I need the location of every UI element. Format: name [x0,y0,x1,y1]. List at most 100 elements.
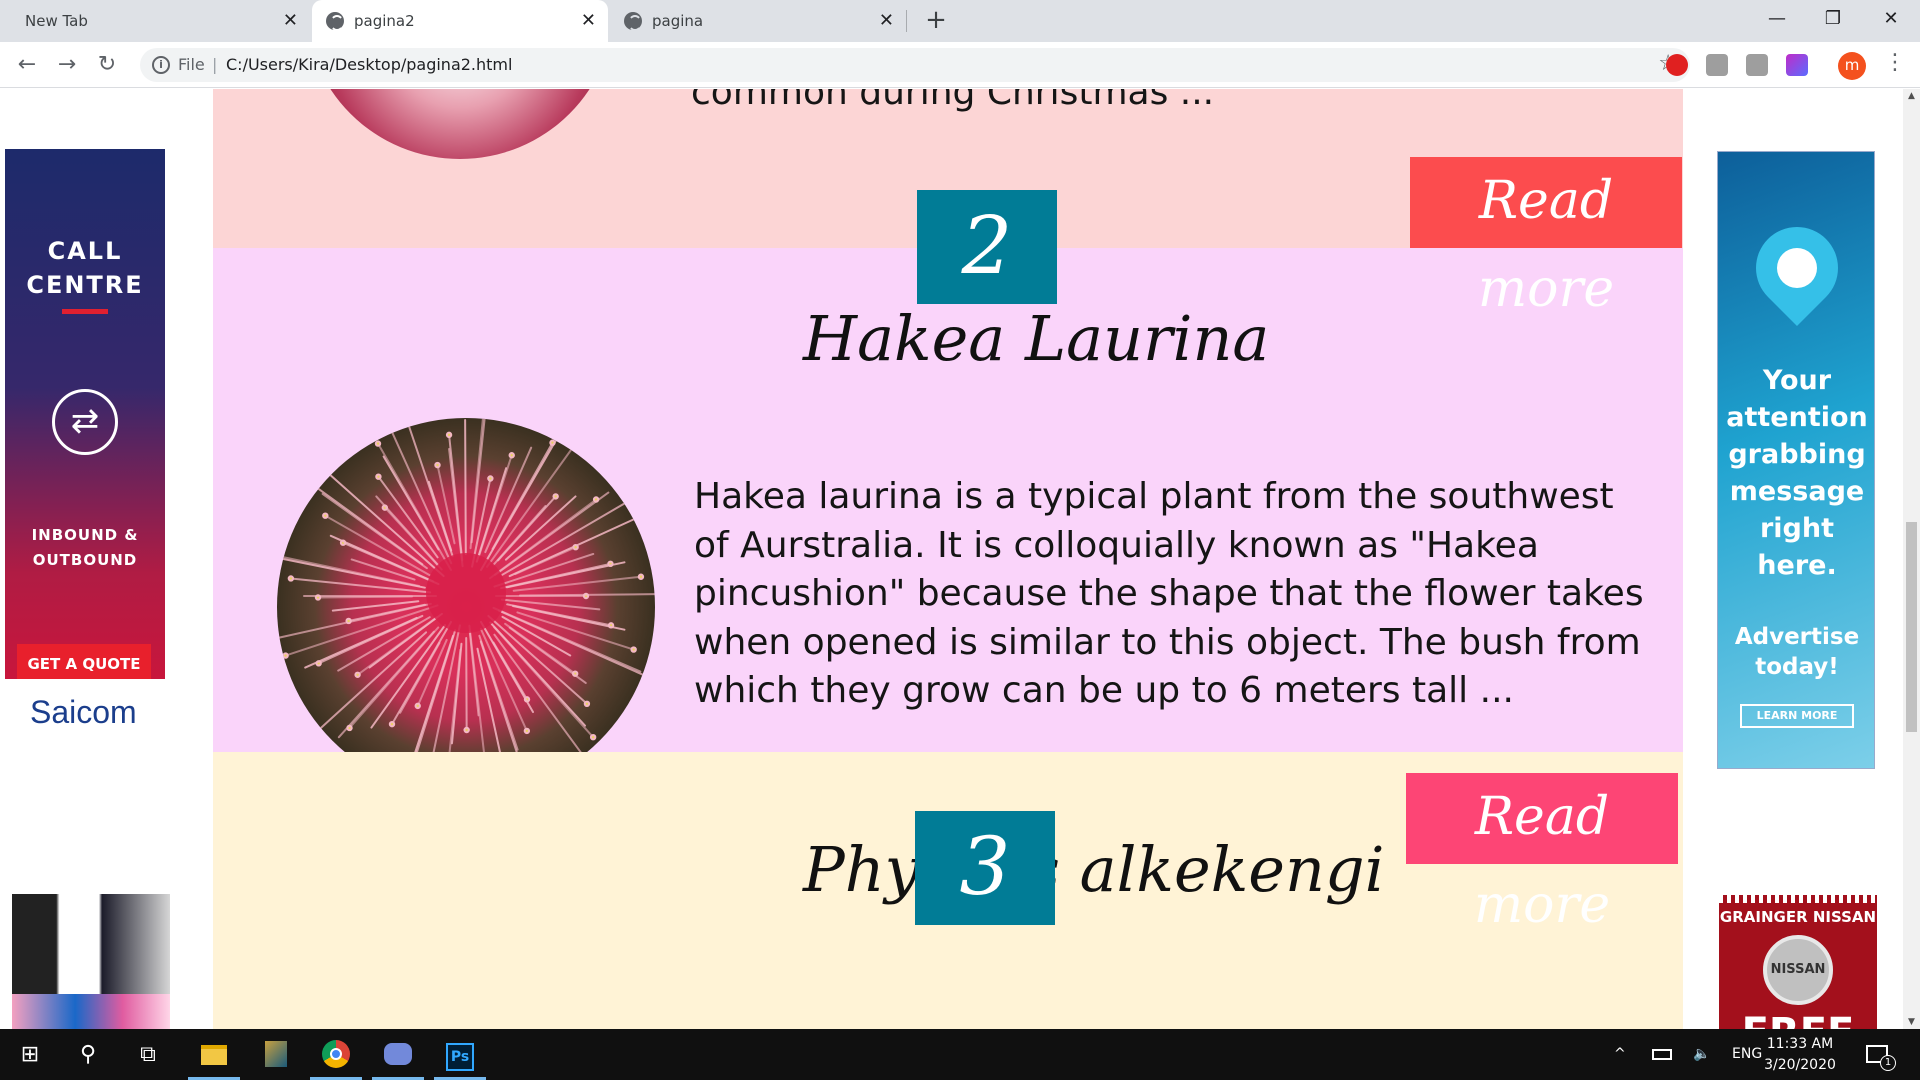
photoshop-icon[interactable]: Ps [430,1029,490,1080]
flower-spike-tip [583,428,587,432]
notifications-icon[interactable]: 1 [1866,1029,1888,1080]
section-number-badge: 3 [915,811,1055,925]
volume-icon[interactable]: 🔈 [1693,1029,1710,1080]
pdf-extension-icon[interactable] [1746,54,1768,76]
flower-spike-tip [313,731,317,735]
globe-icon [326,12,344,30]
tab-close-icon[interactable]: ✕ [879,11,894,31]
league-of-legends-icon[interactable] [246,1029,306,1080]
forward-button[interactable]: → [52,50,82,80]
globe-icon [624,12,642,30]
language-indicator[interactable]: ENG [1732,1029,1762,1080]
flower-spike-tip [376,441,380,445]
flower-spike-tip [289,576,293,580]
tab-separator [906,10,907,32]
scroll-up-arrow-icon[interactable]: ▲ [1903,91,1920,101]
flower-spike-tip [416,704,420,708]
flower-spike-tip [573,545,577,549]
show-hidden-icons-chevron-icon[interactable]: ^ [1614,1029,1626,1080]
flower-spike-tip [283,653,287,657]
read-more-button[interactable]: Read more [1410,157,1682,248]
scroll-down-arrow-icon[interactable]: ▼ [1903,1017,1920,1027]
tab-new-tab[interactable]: New Tab ✕ [0,0,310,42]
call-centre-ad[interactable]: CALL CENTRE ⇄ INBOUND & OUTBOUND GET A Q… [5,149,165,679]
ad-border [1719,895,1877,903]
flower-spike-tip [355,673,359,677]
tab-title: pagina2 [354,12,415,30]
flower-spike-tip [447,433,451,437]
taskbar-clock[interactable]: 11:33 AM 3/20/2020 [1760,1034,1840,1076]
address-bar[interactable]: i File | C:/Users/Kira/Desktop/pagina2.h… [140,48,1690,82]
flower-spike-tip [585,702,589,706]
page-scrollbar[interactable]: ▲ ▼ [1903,89,1920,1029]
tab-pagina[interactable]: pagina ✕ [610,0,906,42]
window-close-button[interactable]: ✕ [1866,0,1916,38]
flower-spike-tip [591,735,595,739]
ad-divider [62,309,108,314]
chrome-icon[interactable] [306,1029,366,1080]
windows-taskbar: ⊞ ⚲ ⧉ Ps ^ 🔈 ENG 11:33 AM 3/20/2020 1 [0,1029,1920,1080]
start-button[interactable]: ⊞ [0,1029,60,1080]
get-quote-button[interactable]: GET A QUOTE [17,644,151,679]
ad-message: Your attention grabbing message right he… [1718,362,1875,584]
tab-title: pagina [652,12,703,30]
nissan-ad[interactable]: GRAINGER NISSAN NISSAN FREE [1719,895,1877,1029]
tab-close-icon[interactable]: ✕ [581,11,596,31]
plant-description: Hakea laurina is a typical plant from th… [694,473,1654,716]
discord-icon[interactable] [368,1029,428,1080]
ad-dealer-name: GRAINGER NISSAN [1719,905,1877,929]
ad-title: CALL CENTRE [5,234,165,302]
flower-spike-tip [346,619,350,623]
location-pin-icon [1739,210,1855,326]
plant-title: Hakea Laurina [803,301,1269,377]
tab-pagina2[interactable]: pagina2 ✕ [312,0,608,42]
tab-close-icon[interactable]: ✕ [283,11,298,31]
scrollbar-thumb[interactable] [1906,522,1917,732]
main-content: common during Christmas ... Read more Ha… [213,89,1683,1029]
clock-date: 3/20/2020 [1760,1055,1840,1076]
flower-spike-tip [628,498,632,502]
hakea-flower-image [277,418,655,796]
address-url[interactable]: C:/Users/Kira/Desktop/pagina2.html [226,55,512,74]
ad-promo: FREE [1719,1013,1877,1029]
task-view-icon[interactable]: ⧉ [118,1029,178,1080]
tab-bar: New Tab ✕ pagina2 ✕ pagina ✕ + — ❐ ✕ [0,0,1920,42]
learn-more-button[interactable]: LEARN MORE [1740,704,1854,728]
browser-toolbar: ← → ↻ i File | C:/Users/Kira/Desktop/pag… [0,42,1920,88]
browser-menu-icon[interactable]: ⋮ [1884,50,1906,75]
search-icon[interactable]: ⚲ [58,1029,118,1080]
fashion-ad[interactable] [12,894,170,1029]
file-explorer-icon[interactable] [184,1029,244,1080]
address-protocol: File [178,55,205,74]
flower-spike-tip [435,463,439,467]
profile-avatar[interactable]: m [1838,52,1866,80]
flower-spike-tip [488,476,492,480]
read-more-button[interactable]: Read more [1406,773,1678,864]
flower-spike-tip [376,474,380,478]
flower-spike-tip [510,453,514,457]
flower-image [305,89,615,159]
address-divider: | [212,55,217,74]
ad-call-to-action: Advertise today! [1718,622,1875,682]
restore-button[interactable]: ❐ [1808,0,1858,38]
minimize-button[interactable]: — [1752,0,1802,38]
saicom-logo[interactable]: Saicom [30,694,137,731]
flower-spike [520,594,655,595]
ad-subtitle: INBOUND & OUTBOUND [5,523,165,573]
advertise-ad[interactable]: Your attention grabbing message right he… [1717,151,1875,769]
extension-icon[interactable] [1706,54,1728,76]
info-icon[interactable]: i [152,56,170,74]
flower-spike-tip [323,513,327,517]
reload-button[interactable]: ↻ [92,50,122,80]
adblock-extension-icon[interactable] [1666,54,1688,76]
tab-title: New Tab [25,12,88,30]
new-tab-button[interactable]: + [922,6,950,34]
send-extension-icon[interactable] [1786,54,1808,76]
plant-title: Physalis alkekengi [803,832,1384,908]
clock-time: 11:33 AM [1760,1034,1840,1055]
back-button[interactable]: ← [12,50,42,80]
battery-icon[interactable] [1652,1029,1672,1080]
flower-spike-tip [650,677,654,681]
flower-spike-tip [464,728,468,732]
flower-spike-tip [639,575,643,579]
